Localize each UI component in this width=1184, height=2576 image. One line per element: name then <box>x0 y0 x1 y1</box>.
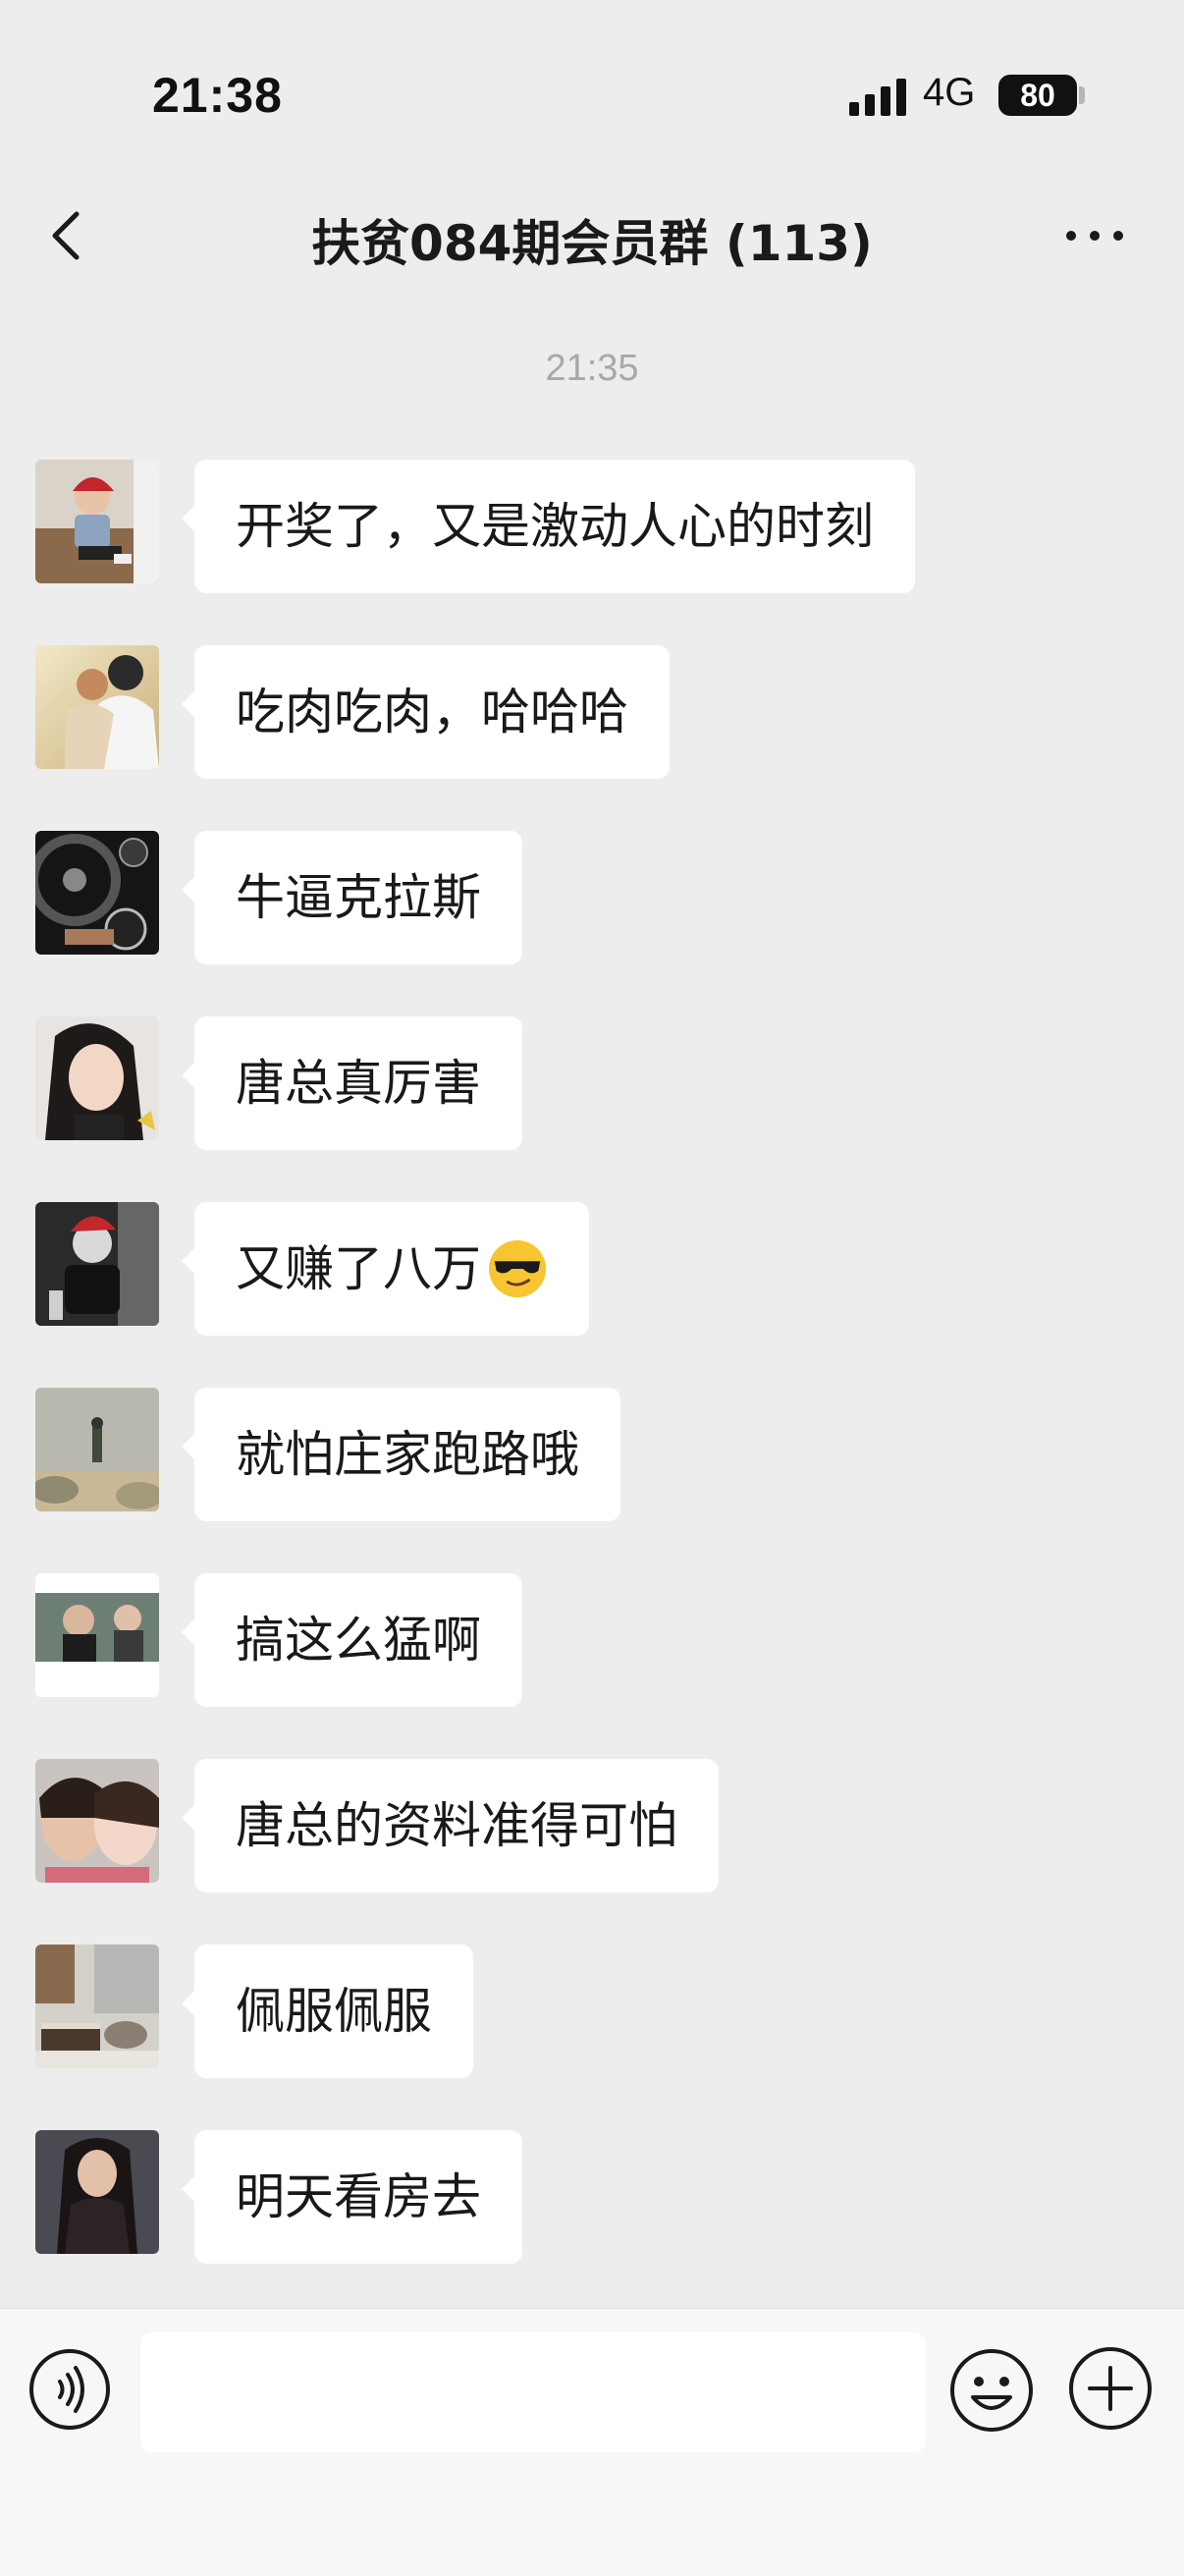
message-row: 牛逼克拉斯 <box>35 831 1145 968</box>
message-row: 就怕庄家跑路哦 <box>35 1388 1145 1525</box>
message-bubble[interactable]: 明天看房去 <box>182 2130 522 2264</box>
status-bar: 21:38 4G 80 <box>0 0 1184 187</box>
avatar[interactable] <box>35 831 159 955</box>
voice-button[interactable] <box>28 2348 111 2431</box>
message-bubble[interactable]: 就怕庄家跑路哦 <box>182 1388 620 1521</box>
message-row: 又赚了八万 <box>35 1202 1145 1340</box>
message-text: 搞这么猛啊 <box>236 1612 481 1669</box>
message-bubble[interactable]: 唐总真厉害 <box>182 1016 522 1150</box>
chat-title: 扶贫084期会员群 (113) <box>311 215 873 272</box>
message-text: 吃肉吃肉，哈哈哈 <box>236 684 628 740</box>
message-bubble[interactable]: 搞这么猛啊 <box>182 1573 522 1707</box>
message-bubble[interactable]: 吃肉吃肉，哈哈哈 <box>182 645 670 779</box>
status-time: 21:38 <box>152 68 283 123</box>
avatar[interactable] <box>35 1388 159 1511</box>
more-button[interactable] <box>1060 206 1129 265</box>
message-row: 吃肉吃肉，哈哈哈 <box>35 645 1145 783</box>
plus-button[interactable] <box>1066 2344 1155 2433</box>
emoji-icon <box>950 2349 1033 2432</box>
input-bar <box>0 2308 1184 2576</box>
battery-icon: 80 <box>998 75 1077 116</box>
message-text: 唐总的资料准得可怕 <box>236 1797 677 1854</box>
message-input[interactable] <box>140 2332 926 2452</box>
avatar[interactable] <box>35 1202 159 1326</box>
avatar[interactable] <box>35 1945 159 2068</box>
avatar[interactable] <box>35 1016 159 1140</box>
message-text: 唐总真厉害 <box>236 1055 481 1112</box>
message-bubble[interactable]: 又赚了八万 <box>182 1202 589 1336</box>
plus-icon <box>1069 2347 1152 2430</box>
message-bubble[interactable]: 牛逼克拉斯 <box>182 831 522 964</box>
avatar[interactable] <box>35 1573 159 1697</box>
battery-tip <box>1079 86 1085 104</box>
message-text: 就怕庄家跑路哦 <box>236 1426 579 1483</box>
sunglasses-emoji <box>488 1239 547 1297</box>
message-bubble[interactable]: 开奖了，又是激动人心的时刻 <box>182 460 915 593</box>
message-text: 佩服佩服 <box>236 1983 432 2040</box>
avatar[interactable] <box>35 1759 159 1883</box>
voice-icon <box>29 2349 110 2430</box>
message-text: 明天看房去 <box>236 2168 481 2225</box>
message-row: 明天看房去 <box>35 2130 1145 2268</box>
chat-header: 扶贫084期会员群 (113) <box>0 187 1184 285</box>
more-dots-icon <box>1066 231 1123 241</box>
avatar[interactable] <box>35 645 159 769</box>
message-row: 开奖了，又是激动人心的时刻 <box>35 460 1145 597</box>
message-row: 佩服佩服 <box>35 1945 1145 2082</box>
message-text: 又赚了八万 <box>236 1240 481 1297</box>
message-timestamp: 21:35 <box>545 348 639 389</box>
message-row: 唐总的资料准得可怕 <box>35 1759 1145 1896</box>
message-text: 牛逼克拉斯 <box>236 869 481 926</box>
message-bubble[interactable]: 佩服佩服 <box>182 1945 473 2078</box>
signal-icon <box>849 77 908 116</box>
network-label: 4G <box>923 71 976 114</box>
message-text: 开奖了，又是激动人心的时刻 <box>236 498 874 555</box>
avatar[interactable] <box>35 2130 159 2254</box>
message-row: 搞这么猛啊 <box>35 1573 1145 1711</box>
message-row: 唐总真厉害 <box>35 1016 1145 1154</box>
message-bubble[interactable]: 唐总的资料准得可怕 <box>182 1759 719 1892</box>
emoji-button[interactable] <box>947 2346 1036 2435</box>
avatar[interactable] <box>35 460 159 583</box>
